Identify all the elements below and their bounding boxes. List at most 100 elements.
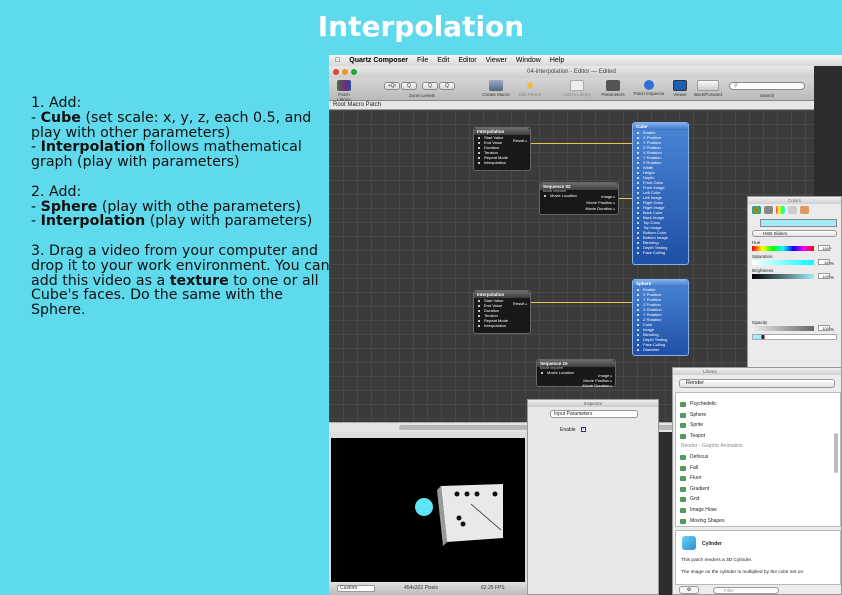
interpolation-patch-1[interactable]: Interpolation Result Start Value End Val…: [473, 127, 531, 171]
saturation-value[interactable]: 60: [818, 259, 830, 265]
library-title: Library: [673, 368, 841, 375]
library-scrollbar[interactable]: [834, 433, 838, 473]
library-item[interactable]: Sprite: [676, 420, 840, 431]
library-panel: Library Render Psychedelic Sphere Sprite…: [672, 367, 842, 595]
library-item[interactable]: Gradient: [676, 484, 840, 495]
zoom-actual-button[interactable]: Q: [439, 82, 455, 90]
cylinder-icon: [682, 536, 696, 550]
library-filter-input[interactable]: Filter: [713, 587, 779, 594]
gear-icon[interactable]: ⚙: [679, 586, 699, 594]
search-input[interactable]: ⚲: [729, 82, 805, 90]
step-1-interpolation: Interpolation: [40, 139, 146, 156]
library-icon: [337, 80, 351, 91]
hue-slider[interactable]: [752, 246, 814, 251]
library-item[interactable]: Moving Shapes: [676, 516, 840, 527]
zoom-fit-button[interactable]: Q: [422, 82, 438, 90]
wire-interp2-sphere[interactable]: [530, 302, 634, 303]
viewer-fps: 62.25 FPS: [481, 585, 505, 591]
description-name: Cylinder: [702, 541, 723, 547]
window-controls: [333, 69, 357, 75]
color-sliders-icon[interactable]: [764, 206, 773, 214]
brightness-value[interactable]: 100: [818, 273, 830, 279]
menu-app[interactable]: Quartz Composer: [349, 57, 408, 64]
hue-value[interactable]: 180: [818, 245, 830, 251]
wire-interp1-cube[interactable]: [530, 143, 634, 144]
create-macro-button[interactable]: Create Macro: [479, 80, 513, 97]
saturation-slider[interactable]: [752, 260, 814, 265]
opacity-slider[interactable]: [752, 326, 814, 331]
viewer-window: Custom 454x322 Pixels 62.25 FPS: [329, 432, 527, 595]
back-forward-button[interactable]: Back/Forward: [691, 80, 725, 97]
current-color-swatch[interactable]: [760, 219, 837, 227]
menu-editor[interactable]: Editor: [458, 57, 476, 64]
color-wheel-icon[interactable]: [752, 206, 761, 214]
close-icon[interactable]: [333, 69, 339, 75]
breadcrumb[interactable]: Root Macro Patch: [329, 101, 814, 110]
library-item[interactable]: Psychedelic: [676, 399, 840, 410]
library-item[interactable]: Sphere: [676, 410, 840, 421]
menu-window[interactable]: Window: [516, 57, 541, 64]
movie-importer-patch-2[interactable]: Sequence 15 Movie Importer Movie Locatio…: [536, 359, 616, 389]
edit-parent-icon: [523, 80, 537, 91]
library-item[interactable]: Teapot: [676, 431, 840, 442]
library-item[interactable]: Fluor: [676, 473, 840, 484]
colors-title: Colors: [748, 197, 841, 204]
menu-file[interactable]: File: [417, 57, 428, 64]
sphere-patch[interactable]: Sphere Enable X Position Y Position Z Po…: [632, 279, 689, 356]
color-swatches[interactable]: [752, 334, 837, 340]
input-port[interactable]: Interpolation: [474, 160, 530, 165]
library-item[interactable]: Grid: [676, 494, 840, 505]
menu-help[interactable]: Help: [550, 57, 564, 64]
slider-mode-select[interactable]: HSB Sliders: [752, 230, 837, 237]
inspector-mode-select[interactable]: Input Parameters: [550, 410, 638, 418]
color-palettes-icon[interactable]: [776, 206, 785, 214]
parameters-icon: [606, 80, 620, 91]
opacity-value[interactable]: 100: [818, 325, 830, 331]
edit-parent-label: Edit Parent: [518, 92, 542, 97]
add-to-library-label: Add to Library: [562, 92, 591, 97]
viewer-mode-select[interactable]: Custom: [337, 585, 375, 592]
zoom-out-button[interactable]: Q: [401, 82, 417, 90]
crayons-icon[interactable]: [800, 206, 809, 214]
patch-library-button[interactable]: Patch Library: [332, 80, 356, 102]
saturation-unit: %: [830, 261, 835, 266]
edit-parent-button[interactable]: Edit Parent: [515, 80, 545, 97]
step-3: 3. Drag a video from your computer and d…: [31, 244, 331, 318]
zoom-icon[interactable]: [351, 69, 357, 75]
brightness-row: 100%: [748, 273, 841, 280]
library-item[interactable]: Fall: [676, 463, 840, 474]
interpolation-patch-2[interactable]: Interpolation Result Start Value End Val…: [473, 290, 531, 334]
library-category-select[interactable]: Render: [679, 379, 835, 388]
movie-importer-patch-1[interactable]: Sequence 02 Movie Importer Movie Locatio…: [539, 182, 619, 215]
slide-title: Interpolation: [317, 10, 525, 43]
image-palettes-icon[interactable]: [788, 206, 797, 214]
input-port[interactable]: Face Culling: [633, 250, 688, 255]
brightness-slider[interactable]: [752, 274, 814, 279]
viewer-button[interactable]: Viewer: [671, 80, 689, 97]
output-port[interactable]: Movie Duration: [585, 206, 615, 212]
macro-icon: [489, 80, 503, 91]
input-port[interactable]: Diameter: [633, 347, 688, 352]
step-3-texture: texture: [169, 272, 229, 289]
render-output[interactable]: [331, 438, 525, 582]
output-port[interactable]: Movie Duration: [582, 383, 612, 389]
zoom-in-button[interactable]: +Qr: [384, 82, 400, 90]
parameters-button[interactable]: Parameters: [599, 80, 627, 97]
library-list[interactable]: Psychedelic Sphere Sprite Teapot Render …: [675, 392, 841, 527]
back-forward-label: Back/Forward: [694, 92, 722, 97]
minimize-icon[interactable]: [342, 69, 348, 75]
library-item[interactable]: Image Hose: [676, 505, 840, 516]
menu-viewer[interactable]: Viewer: [486, 57, 507, 64]
library-item[interactable]: Defocus: [676, 452, 840, 463]
add-to-library-button[interactable]: Add to Library: [559, 80, 595, 97]
apple-menu-icon[interactable]: : [335, 57, 340, 64]
menu-edit[interactable]: Edit: [437, 57, 449, 64]
cube-patch[interactable]: Cube Enable X Position Y Position Z Posi…: [632, 122, 689, 265]
enable-checkbox[interactable]: [580, 426, 586, 432]
menu-bar:  Quartz Composer File Edit Editor Viewe…: [329, 55, 842, 66]
viewer-label: Viewer: [673, 92, 687, 97]
step-2-interpolation: Interpolation: [40, 213, 146, 230]
step-1: 1. Add: - Cube (set scale: x, y, z, each…: [31, 95, 312, 171]
input-port[interactable]: Interpolation: [474, 323, 530, 328]
patch-inspector-button[interactable]: Patch Inspector: [629, 80, 669, 96]
